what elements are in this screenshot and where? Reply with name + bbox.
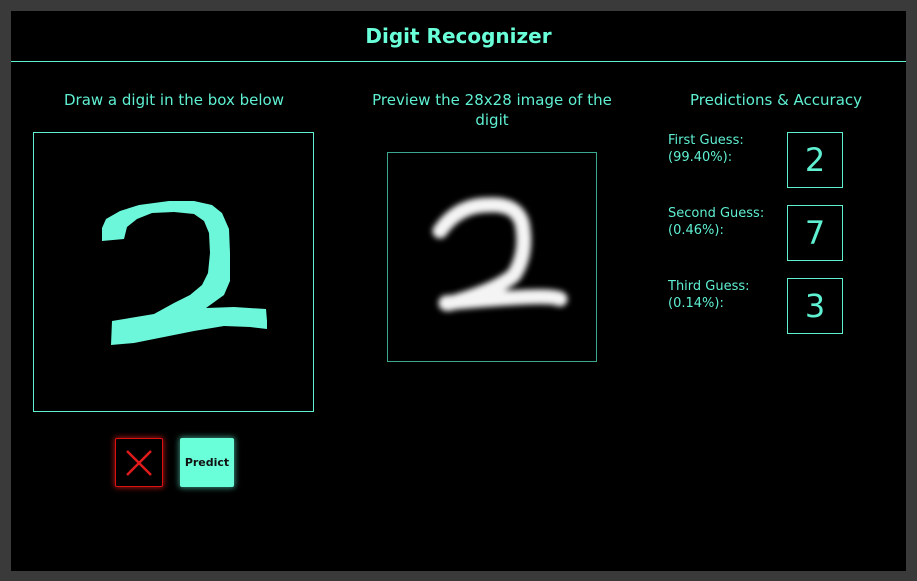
close-x-icon [126, 450, 152, 476]
second-guess-confidence: (0.46%): [668, 223, 724, 238]
first-guess-confidence: (99.40%): [668, 150, 733, 165]
first-guess-label: First Guess: (99.40%): [668, 132, 778, 166]
third-guess-name: Third Guess: [668, 279, 750, 294]
second-guess-label: Second Guess: (0.46%): [668, 205, 778, 239]
drawing-canvas[interactable] [33, 132, 314, 412]
second-guess-digit: 7 [787, 205, 843, 261]
preview-digit-image [432, 197, 568, 312]
first-guess-digit: 2 [787, 132, 843, 188]
app-title: Digit Recognizer [11, 11, 906, 62]
preview-panel-title: Preview the 28x28 image of the digit [372, 91, 612, 129]
drawn-digit-stroke [102, 201, 267, 345]
third-guess-label: Third Guess: (0.14%): [668, 278, 778, 312]
preview-image [387, 152, 597, 362]
third-guess-digit: 3 [787, 278, 843, 334]
second-guess-name: Second Guess: [668, 206, 765, 221]
predict-button[interactable]: Predict [180, 438, 234, 487]
app-window: Digit Recognizer Draw a digit in the box… [11, 11, 906, 571]
third-guess-confidence: (0.14%): [668, 296, 724, 311]
predictions-title: Predictions & Accuracy [689, 91, 863, 109]
clear-button[interactable] [115, 438, 163, 487]
first-guess-name: First Guess: [668, 133, 744, 148]
draw-panel-title: Draw a digit in the box below [63, 91, 284, 109]
